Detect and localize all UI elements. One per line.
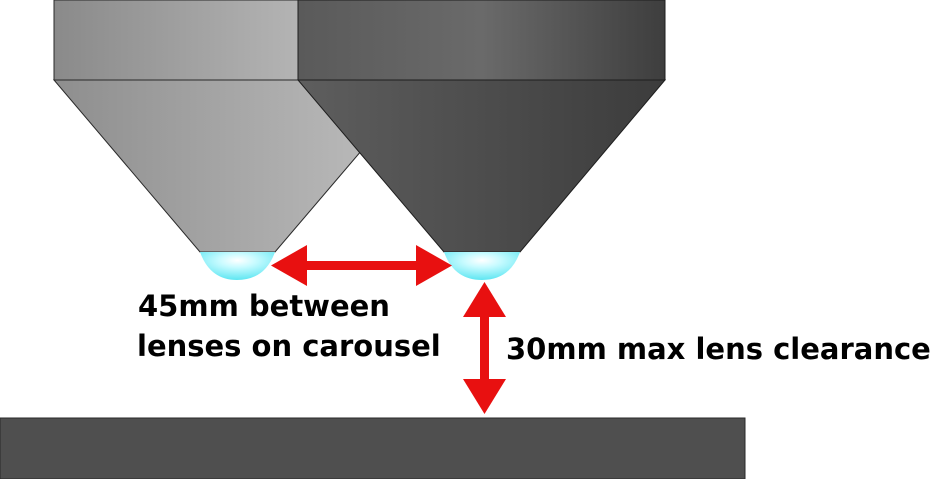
spacing-label-line1: 45mm between: [138, 289, 390, 323]
stage-plate: [0, 417, 746, 479]
clearance-arrow: [463, 282, 506, 414]
objective-lens-diagram: 45mm between lenses on carousel 30mm max…: [0, 0, 931, 479]
clearance-label: 30mm max lens clearance: [506, 332, 931, 366]
left-lens-icon: [200, 252, 275, 280]
spacing-label-line2: lenses on carousel: [137, 329, 441, 363]
right-lens-icon: [444, 252, 520, 280]
right-objective-body: [297, 0, 666, 81]
right-objective: [296, 0, 667, 280]
left-objective-body: [53, 0, 301, 81]
right-objective-cone: [296, 79, 667, 253]
left-objective-cone: [52, 79, 363, 253]
spacing-arrow: [271, 245, 452, 286]
